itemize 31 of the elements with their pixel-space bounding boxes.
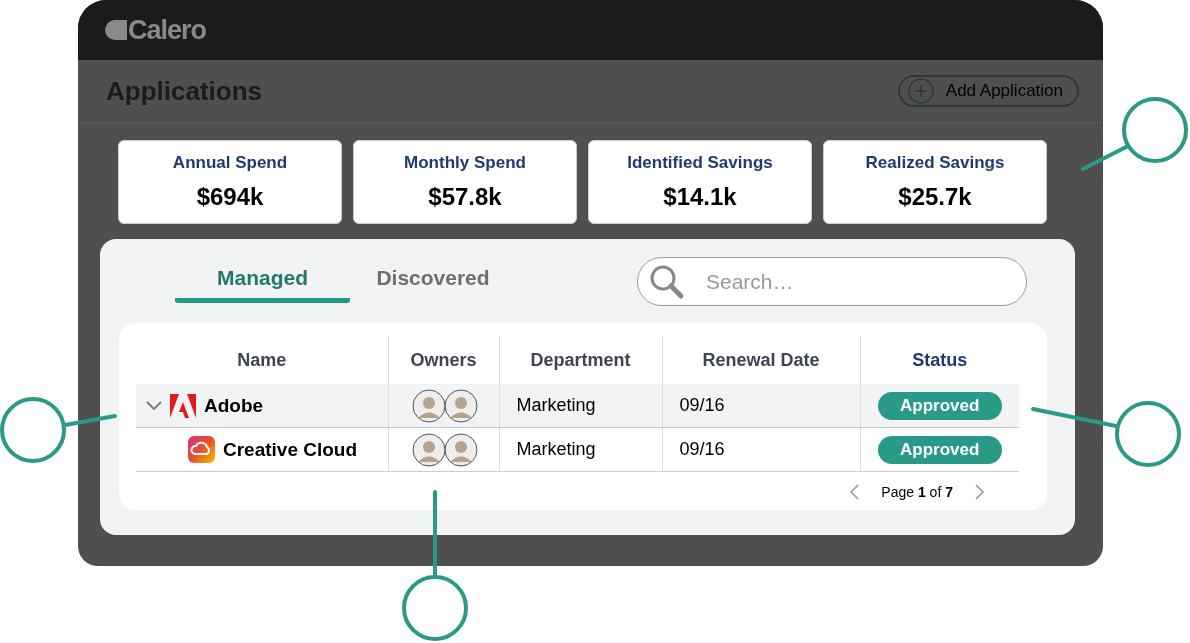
column-header[interactable]: Name bbox=[136, 336, 388, 384]
metric-value: $57.8k bbox=[428, 183, 502, 211]
search-icon bbox=[649, 264, 685, 300]
metric-label: Monthly Spend bbox=[404, 153, 526, 173]
metric-value: $694k bbox=[196, 183, 264, 211]
metric-label: Realized Savings bbox=[865, 153, 1005, 173]
metric-value: $25.7k bbox=[898, 183, 972, 211]
tab[interactable]: Discovered bbox=[373, 257, 493, 303]
avatar-icon bbox=[443, 432, 478, 467]
plus-icon bbox=[907, 78, 934, 104]
renewal-date: 09/16 bbox=[678, 395, 726, 416]
metric-label: Annual Spend bbox=[172, 153, 288, 173]
department-text: Marketing bbox=[515, 395, 597, 416]
department-text: Marketing bbox=[515, 439, 597, 460]
metric-value: $14.1k bbox=[663, 183, 737, 211]
logo-icon bbox=[170, 393, 196, 418]
previous-page-icon[interactable] bbox=[849, 484, 860, 500]
logo: Calero bbox=[105, 14, 207, 46]
app-name[interactable]: Creative Cloud bbox=[223, 438, 358, 461]
avatar-icon bbox=[411, 388, 446, 423]
chevron-icon[interactable] bbox=[146, 400, 162, 411]
avatar-icon bbox=[411, 432, 446, 467]
avatar-icon bbox=[443, 388, 478, 423]
metric-label: Identified Savings bbox=[627, 153, 773, 173]
page-indicator: Page 1 of 7 bbox=[881, 484, 953, 500]
app-name[interactable]: Adobe bbox=[204, 394, 264, 417]
next-page-icon[interactable] bbox=[975, 484, 985, 500]
search-field[interactable]: Search… bbox=[637, 257, 1027, 306]
app-icon bbox=[188, 436, 215, 463]
tab[interactable]: Managed bbox=[175, 257, 350, 303]
renewal-date: 09/16 bbox=[678, 439, 726, 460]
